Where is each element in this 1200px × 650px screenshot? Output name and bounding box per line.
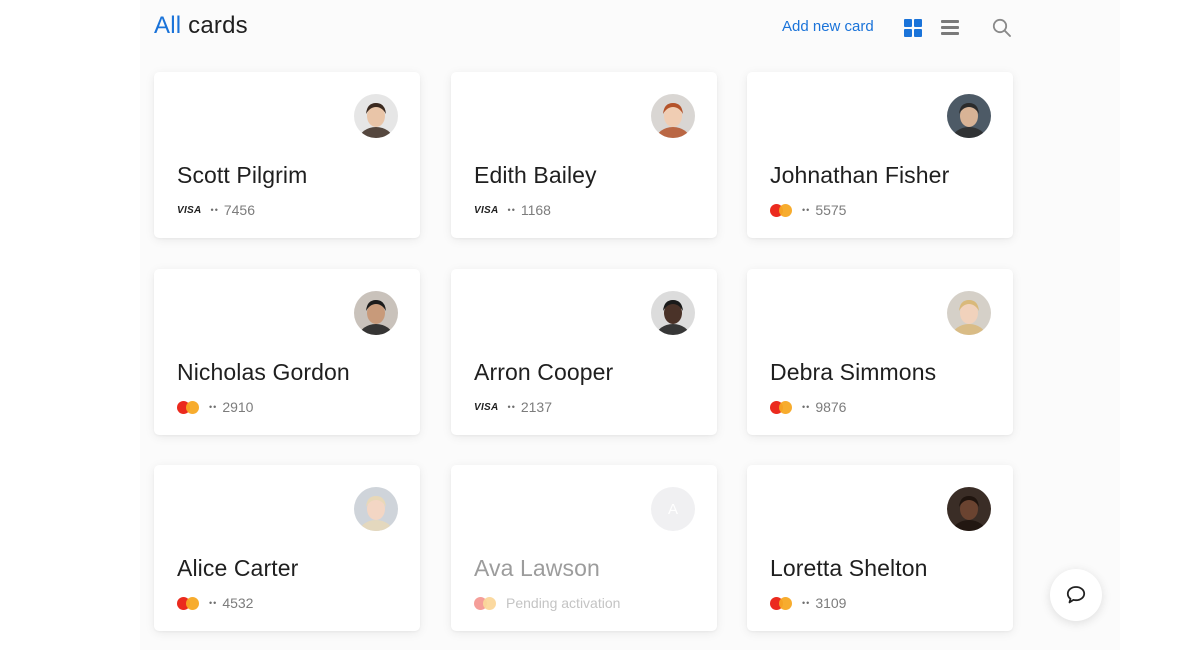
card-holder-name: Debra Simmons [770,359,937,385]
card-item[interactable]: Johnathan Fisher •• 5575 [747,72,1013,238]
status-text: Pending activation [506,595,621,611]
visa-logo: VISA [474,204,499,216]
card-last-four: 4532 [222,595,254,611]
avatar [947,291,991,335]
mastercard-logo [474,596,497,610]
card-meta: VISA •• 2137 [474,399,552,415]
search-icon[interactable] [992,18,1012,38]
grid-view-icon[interactable] [904,19,922,37]
visa-logo: VISA [474,401,499,413]
masked-dots: •• [507,205,516,215]
avatar-placeholder: A [651,487,695,531]
card-holder-name: Alice Carter [177,555,299,581]
mastercard-logo [770,596,793,610]
avatar [651,291,695,335]
avatar [947,94,991,138]
card-item[interactable]: Edith Bailey VISA •• 1168 [451,72,717,238]
page-header: All cards Add new card [154,8,1014,48]
avatar [354,487,398,531]
card-meta: •• 4532 [177,595,253,611]
page-title: All cards [154,12,248,40]
card-item[interactable]: Loretta Shelton •• 3109 [747,465,1013,631]
avatar [354,291,398,335]
card-holder-name: Johnathan Fisher [770,162,950,188]
masked-dots: •• [210,205,219,215]
card-last-four: 2137 [520,399,553,415]
card-holder-name: Loretta Shelton [770,555,928,581]
avatar [354,94,398,138]
mastercard-logo [177,596,200,610]
masked-dots: •• [209,402,218,412]
card-holder-name: Scott Pilgrim [177,162,308,188]
card-holder-name: Arron Cooper [474,359,614,385]
card-last-four: 9876 [815,399,847,415]
card-holder-name: Nicholas Gordon [177,359,350,385]
card-holder-name: Edith Bailey [474,162,597,188]
avatar-initial: A [667,500,678,518]
card-holder-name: Ava Lawson [474,555,600,581]
card-last-four: 2910 [222,399,254,415]
card-item[interactable]: A Ava Lawson Pending activation [451,465,717,631]
masked-dots: •• [802,598,811,608]
masked-dots: •• [802,402,811,412]
card-item[interactable]: Alice Carter •• 4532 [154,465,420,631]
chat-bubble-icon[interactable] [1050,569,1102,621]
card-last-four: 1168 [520,202,551,218]
mastercard-logo [770,203,793,217]
card-meta: VISA •• 1168 [474,202,551,218]
card-meta: •• 3109 [770,595,846,611]
masked-dots: •• [507,402,516,412]
page-title-accent: All [154,12,182,39]
card-last-four: 3109 [815,595,847,611]
card-meta: •• 2910 [177,399,253,415]
card-item[interactable]: Arron Cooper VISA •• 2137 [451,269,717,435]
card-item[interactable]: Nicholas Gordon •• 2910 [154,269,420,435]
avatar [947,487,991,531]
card-meta: •• 9876 [770,399,846,415]
avatar [651,94,695,138]
mastercard-logo [177,400,200,414]
card-last-four: 7456 [223,202,256,218]
card-meta: VISA •• 7456 [177,202,255,218]
page-title-rest: cards [188,12,248,39]
card-item[interactable]: Debra Simmons •• 9876 [747,269,1013,435]
card-meta: Pending activation [474,595,620,611]
card-item[interactable]: Scott Pilgrim VISA •• 7456 [154,72,420,238]
card-last-four: 5575 [815,202,847,218]
mastercard-logo [770,400,793,414]
card-meta: •• 5575 [770,202,846,218]
visa-logo: VISA [177,204,202,216]
add-new-card-link[interactable]: Add new card [782,18,874,35]
masked-dots: •• [802,205,811,215]
list-view-icon[interactable] [941,20,959,36]
masked-dots: •• [209,598,218,608]
